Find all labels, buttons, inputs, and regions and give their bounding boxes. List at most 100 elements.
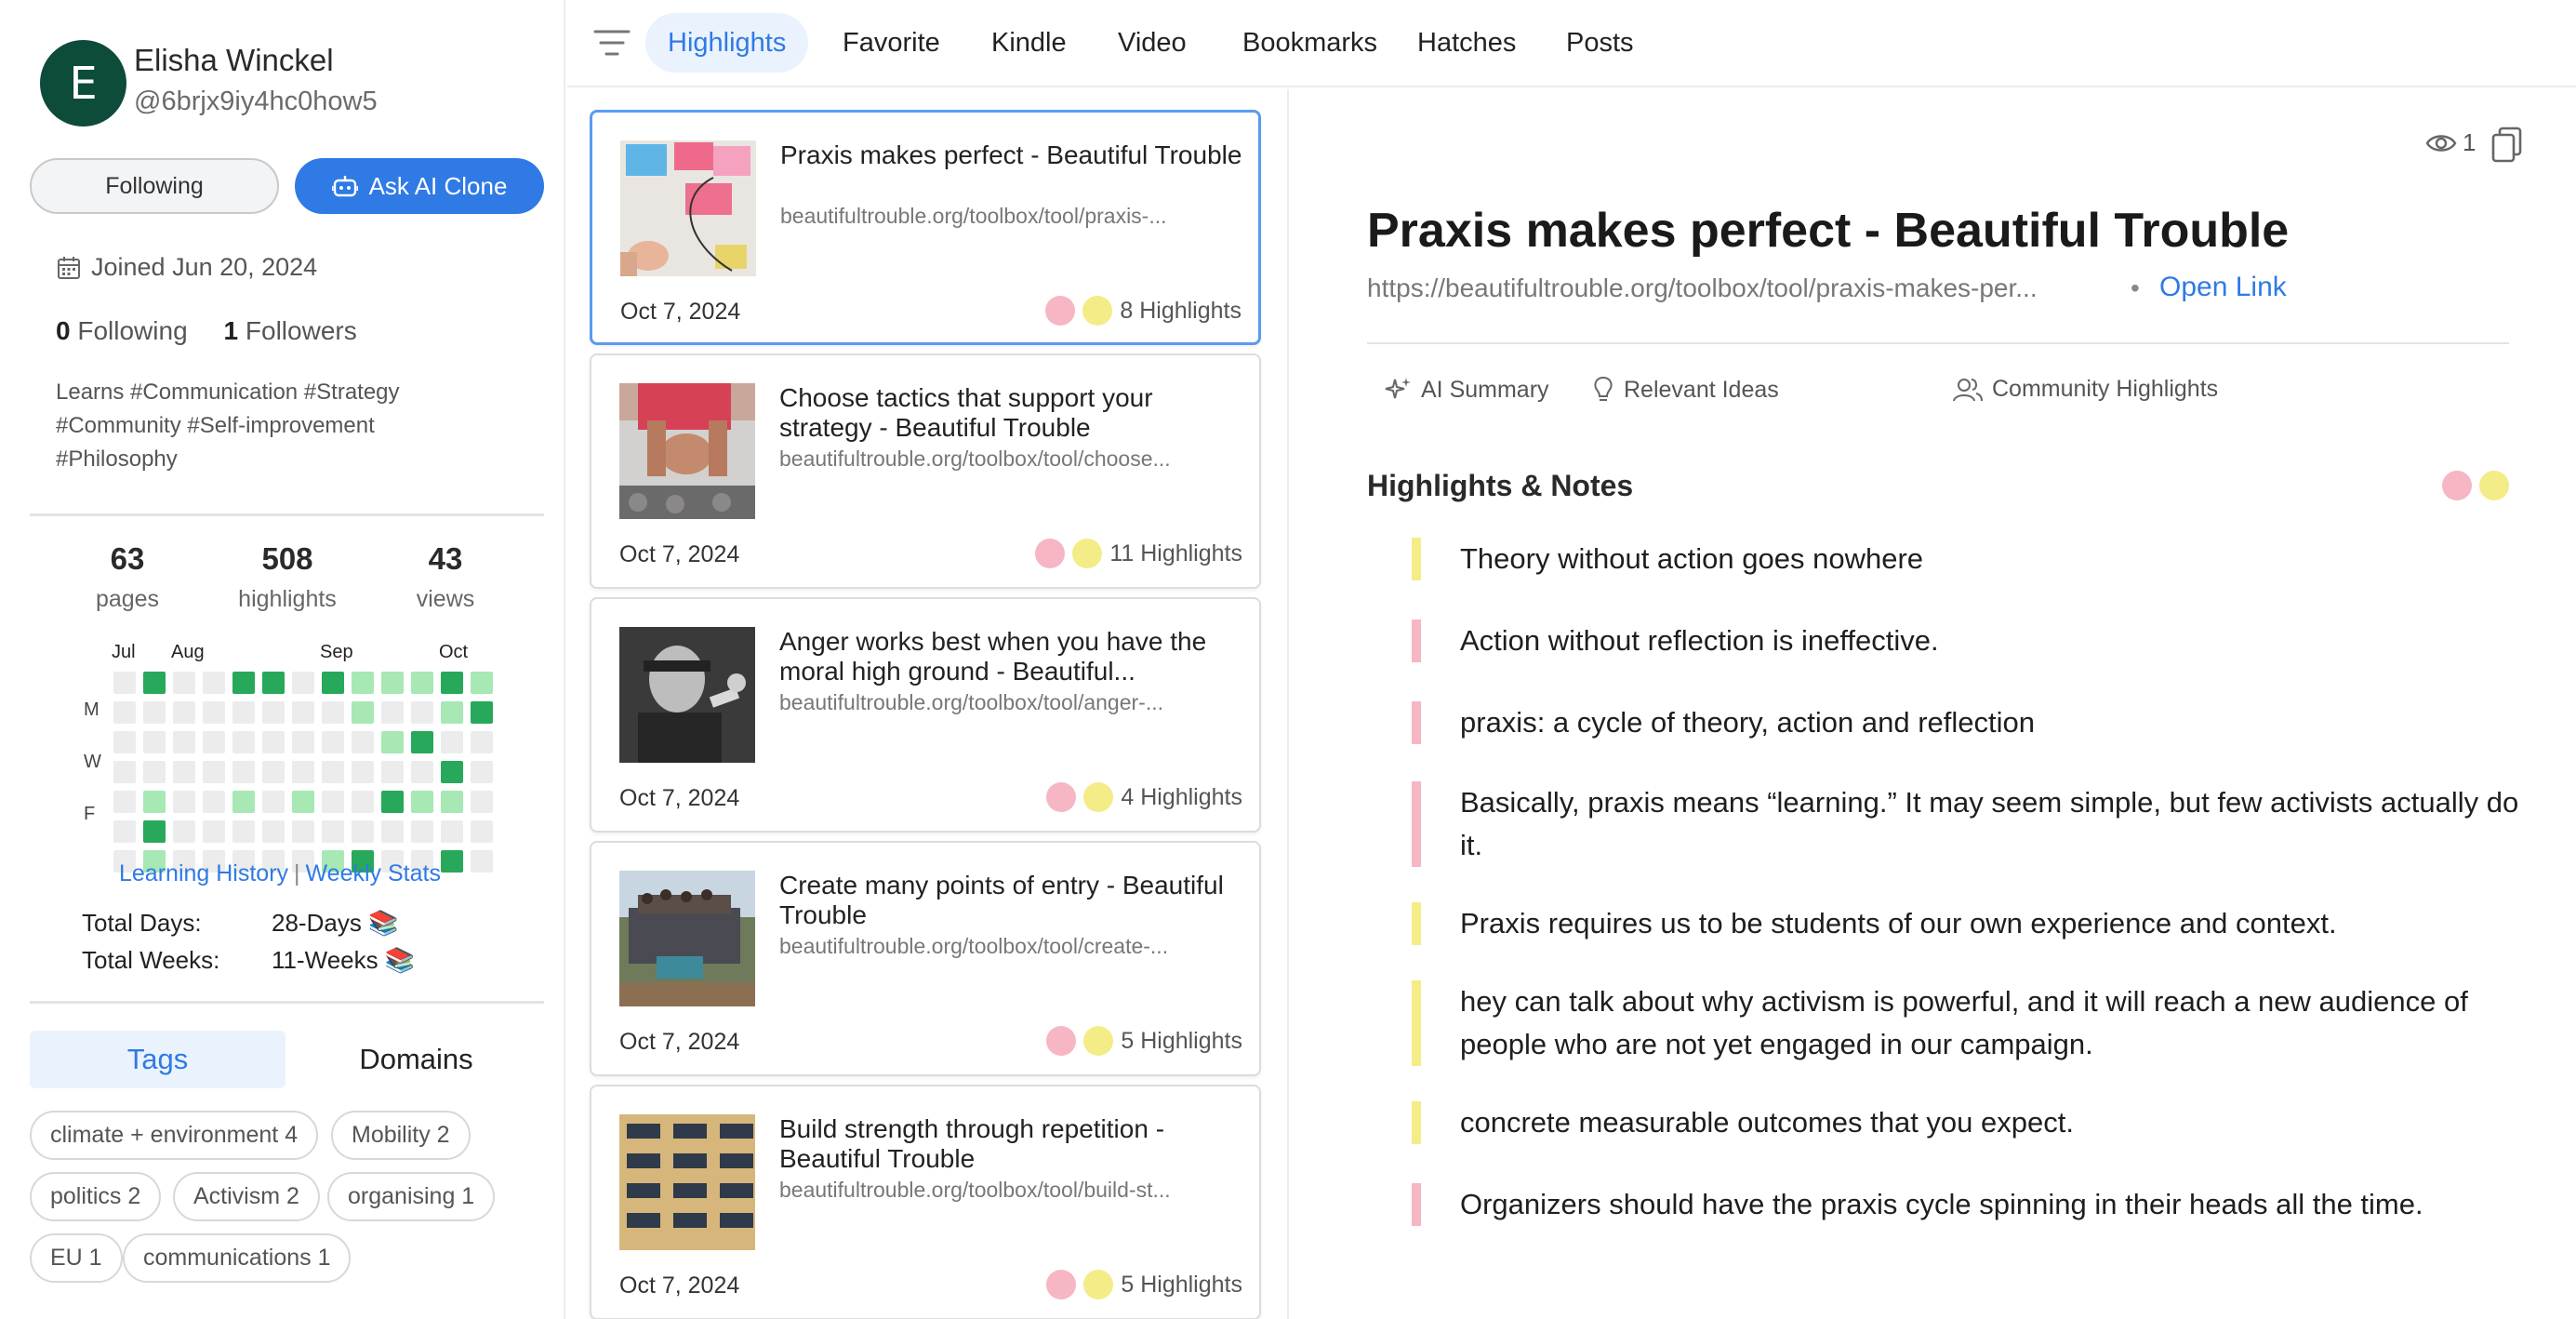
tab-hatches[interactable]: Hatches [1395, 13, 1538, 73]
tab-video[interactable]: Video [1095, 13, 1209, 73]
highlight-item[interactable]: concrete measurable outcomes that you ex… [1412, 1101, 2528, 1144]
heatmap-cell[interactable] [441, 820, 463, 843]
heatmap-cell[interactable] [292, 672, 314, 694]
tab-domains[interactable]: Domains [288, 1031, 544, 1088]
heatmap-cell[interactable] [381, 731, 404, 753]
highlight-item[interactable]: praxis: a cycle of theory, action and re… [1412, 701, 2528, 744]
heatmap-cell[interactable] [292, 761, 314, 783]
heatmap-cell[interactable] [203, 791, 225, 813]
heatmap-cell[interactable] [381, 761, 404, 783]
heatmap-cell[interactable] [322, 820, 344, 843]
heatmap-cell[interactable] [381, 672, 404, 694]
heatmap-cell[interactable] [203, 820, 225, 843]
highlight-item[interactable]: Basically, praxis means “learning.” It m… [1412, 781, 2528, 867]
heatmap-cell[interactable] [292, 701, 314, 724]
heatmap-cell[interactable] [203, 672, 225, 694]
heatmap-cell[interactable] [143, 761, 166, 783]
heatmap-cell[interactable] [471, 672, 493, 694]
heatmap-cell[interactable] [232, 820, 255, 843]
copy-icon[interactable] [2490, 127, 2524, 164]
heatmap-cell[interactable] [471, 701, 493, 724]
highlight-item[interactable]: Organizers should have the praxis cycle … [1412, 1183, 2528, 1226]
heatmap-cell[interactable] [322, 731, 344, 753]
article-card[interactable]: Anger works best when you have the moral… [590, 597, 1261, 833]
heatmap-cell[interactable] [322, 701, 344, 724]
heatmap-cell[interactable] [143, 672, 166, 694]
tag-chip[interactable]: politics 2 [30, 1172, 162, 1221]
heatmap-cell[interactable] [113, 761, 136, 783]
heatmap-cell[interactable] [203, 731, 225, 753]
highlight-item[interactable]: Praxis requires us to be students of our… [1412, 902, 2528, 945]
avatar[interactable]: E [40, 40, 126, 127]
heatmap-cell[interactable] [411, 761, 433, 783]
article-card[interactable]: Create many points of entry - Beautiful … [590, 841, 1261, 1076]
following-button[interactable]: Following [30, 158, 279, 214]
heatmap-cell[interactable] [143, 820, 166, 843]
article-card[interactable]: Build strength through repetition - Beau… [590, 1085, 1261, 1319]
heatmap-cell[interactable] [113, 791, 136, 813]
heatmap-cell[interactable] [262, 761, 285, 783]
heatmap-cell[interactable] [441, 701, 463, 724]
heatmap-cell[interactable] [173, 731, 195, 753]
heatmap-cell[interactable] [232, 731, 255, 753]
learning-history-link[interactable]: Learning History [119, 860, 288, 886]
tag-chip[interactable]: organising 1 [327, 1172, 496, 1221]
heatmap-cell[interactable] [203, 761, 225, 783]
heatmap-cell[interactable] [173, 791, 195, 813]
tab-favorite[interactable]: Favorite [820, 13, 963, 73]
heatmap-cell[interactable] [441, 791, 463, 813]
heatmap-cell[interactable] [203, 701, 225, 724]
heatmap-cell[interactable] [262, 701, 285, 724]
tab-bookmarks[interactable]: Bookmarks [1220, 13, 1400, 73]
highlight-color-filter[interactable] [2442, 471, 2516, 500]
heatmap-cell[interactable] [322, 761, 344, 783]
heatmap-cell[interactable] [352, 672, 374, 694]
highlight-item[interactable]: Action without reflection is ineffective… [1412, 620, 2528, 662]
tag-chip[interactable]: communications 1 [123, 1233, 352, 1283]
tag-chip[interactable]: Mobility 2 [331, 1111, 471, 1160]
heatmap-cell[interactable] [143, 791, 166, 813]
heatmap-cell[interactable] [232, 672, 255, 694]
weekly-stats-link[interactable]: Weekly Stats [306, 860, 441, 886]
article-card[interactable]: Choose tactics that support your strateg… [590, 353, 1261, 589]
heatmap-cell[interactable] [381, 820, 404, 843]
highlight-item[interactable]: hey can talk about why activism is power… [1412, 980, 2528, 1066]
heatmap-cell[interactable] [352, 731, 374, 753]
heatmap-cell[interactable] [113, 672, 136, 694]
heatmap-cell[interactable] [352, 761, 374, 783]
heatmap-cell[interactable] [262, 820, 285, 843]
article-card[interactable]: Praxis makes perfect - Beautiful Trouble… [590, 110, 1261, 345]
tab-relevant-ideas[interactable]: Relevant Ideas [1592, 376, 1779, 404]
followers-label[interactable]: Followers [246, 316, 357, 345]
heatmap-cell[interactable] [471, 820, 493, 843]
heatmap-cell[interactable] [471, 731, 493, 753]
tab-tags[interactable]: Tags [30, 1031, 285, 1088]
heatmap-cell[interactable] [381, 701, 404, 724]
tag-chip[interactable]: Activism 2 [173, 1172, 320, 1221]
tag-chip[interactable]: EU 1 [30, 1233, 123, 1283]
open-link[interactable]: Open Link [2159, 272, 2287, 303]
heatmap-cell[interactable] [471, 791, 493, 813]
heatmap-cell[interactable] [352, 701, 374, 724]
tab-ai-summary[interactable]: AI Summary [1384, 376, 1549, 404]
followers-count[interactable]: 1 [224, 316, 239, 345]
heatmap-cell[interactable] [262, 672, 285, 694]
heatmap-cell[interactable] [471, 850, 493, 873]
heatmap-cell[interactable] [322, 791, 344, 813]
heatmap-cell[interactable] [411, 820, 433, 843]
heatmap-cell[interactable] [441, 731, 463, 753]
tab-kindle[interactable]: Kindle [969, 13, 1089, 73]
heatmap-cell[interactable] [143, 701, 166, 724]
heatmap-cell[interactable] [113, 701, 136, 724]
heatmap-cell[interactable] [232, 761, 255, 783]
following-label[interactable]: Following [77, 316, 187, 345]
tag-chip[interactable]: climate + environment 4 [30, 1111, 319, 1160]
heatmap-cell[interactable] [292, 791, 314, 813]
heatmap-cell[interactable] [232, 701, 255, 724]
heatmap-cell[interactable] [262, 791, 285, 813]
heatmap-cell[interactable] [143, 731, 166, 753]
heatmap-cell[interactable] [352, 791, 374, 813]
heatmap-cell[interactable] [173, 761, 195, 783]
following-count[interactable]: 0 [56, 316, 71, 345]
heatmap-cell[interactable] [173, 701, 195, 724]
